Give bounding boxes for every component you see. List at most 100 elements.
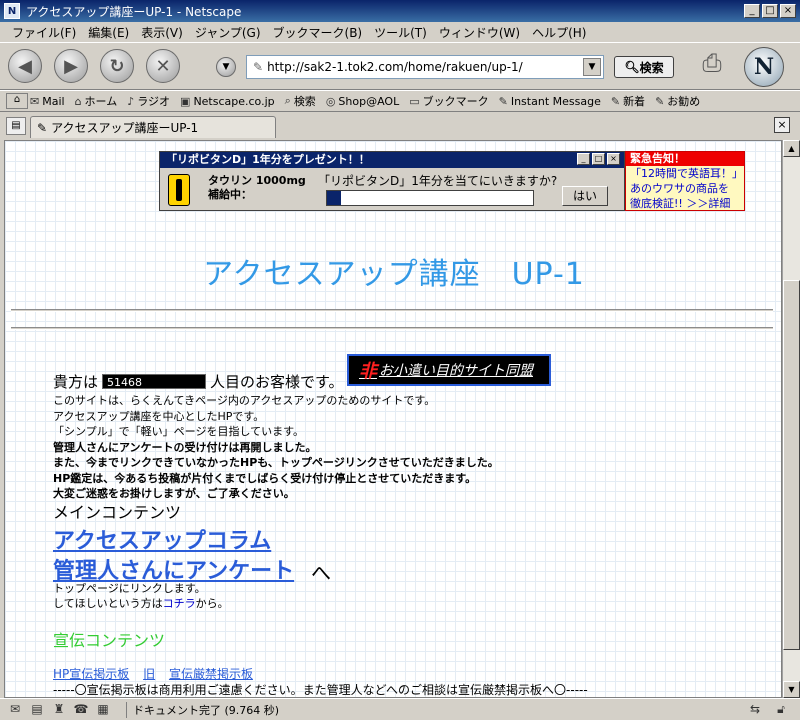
- url-text: http://sak2-1.tok2.com/home/rakuen/up-1/: [267, 60, 523, 74]
- no-ad-bbs-link[interactable]: 宣伝厳禁掲示板: [169, 667, 253, 681]
- bookmark-im[interactable]: ✎ Instant Message: [499, 95, 601, 108]
- stop-icon: ✕: [155, 55, 171, 77]
- bookmark-search[interactable]: ⌕ 検索: [285, 93, 316, 109]
- new-tab-icon[interactable]: ▤: [6, 117, 26, 135]
- tab-current[interactable]: ✎ アクセスアップ講座ーUP-1: [30, 116, 276, 138]
- forward-button[interactable]: ▶: [54, 49, 88, 83]
- maximize-button[interactable]: □: [762, 4, 778, 18]
- bookmark-recommend[interactable]: ✎ お勧め: [655, 93, 700, 109]
- ad-title: 「リポビタンD」1年分をプレゼント！！: [160, 152, 624, 168]
- radio-icon: ♪: [127, 94, 135, 108]
- bbs-links: HP宣伝掲示板 旧 宣伝厳禁掲示板: [53, 665, 263, 682]
- title-bar: N アクセスアップ講座ーUP-1 - Netscape _ □ ×: [0, 0, 800, 22]
- reload-icon: ↻: [109, 55, 125, 77]
- close-window-button[interactable]: ×: [780, 4, 796, 18]
- status-text: ドキュメント完了 (9.764 秒): [126, 701, 279, 718]
- composer-icon[interactable]: ▤: [28, 702, 46, 718]
- forward-arrow-icon: ▶: [64, 55, 78, 77]
- ad-product-text: タウリン 1000mg 補給中：: [208, 174, 306, 201]
- link-request-link[interactable]: コチラ: [163, 597, 196, 610]
- scrollbar-thumb[interactable]: [783, 280, 800, 650]
- menu-bookmarks[interactable]: ブックマーク(B): [267, 24, 369, 41]
- bookmark-radio[interactable]: ♪ ラジオ: [127, 93, 170, 109]
- bookmark-mail[interactable]: ✉ Mail: [30, 95, 65, 108]
- link-icon: ✎: [498, 94, 508, 108]
- hp-ad-bbs-link[interactable]: HP宣伝掲示板: [53, 667, 129, 681]
- promo-banner-link[interactable]: 非 お小遣い目的サイト同盟: [347, 354, 551, 386]
- promo-mark: 非: [359, 361, 377, 382]
- ad-minimize-icon: _: [577, 153, 590, 165]
- magnifier-icon: 🔍︎: [624, 60, 640, 74]
- menu-view[interactable]: 表示(V): [135, 24, 189, 41]
- banner-ad[interactable]: 「リポビタンD」1年分をプレゼント！！ _ □ × タウリン 1000mg 補給…: [159, 151, 625, 211]
- page-content: 「リポビタンD」1年分をプレゼント！！ _ □ × タウリン 1000mg 補給…: [4, 140, 782, 698]
- netscape-app-icon: N: [4, 3, 20, 19]
- scroll-up-icon[interactable]: ▲: [783, 140, 800, 157]
- link-icon: ✎: [610, 94, 621, 108]
- bookmark-netscape[interactable]: ▣ Netscape.co.jp: [180, 95, 275, 108]
- url-dropdown-icon[interactable]: ▼: [583, 58, 601, 76]
- bottle-icon: [168, 174, 190, 206]
- visitor-counter-line: 貴方は 51468 人目のお客様です。: [53, 373, 344, 391]
- menu-help[interactable]: ヘルプ(H): [526, 24, 592, 41]
- search-button-label: 検索: [639, 60, 664, 75]
- menu-file[interactable]: ファイル(F): [6, 24, 82, 41]
- menu-go[interactable]: ジャンプ(G): [189, 24, 267, 41]
- im-icon[interactable]: ♜: [50, 702, 68, 718]
- minimize-button[interactable]: _: [744, 4, 760, 18]
- tab-bar: ▤ ✎ アクセスアップ講座ーUP-1 ×: [0, 114, 800, 138]
- vertical-scrollbar[interactable]: ▲ ▼: [782, 140, 800, 698]
- scroll-down-icon[interactable]: ▼: [783, 681, 800, 698]
- ad-close-icon: ×: [607, 153, 620, 165]
- ad-progress-bar: [326, 190, 534, 206]
- toolbar-home-icon[interactable]: ⌂: [6, 93, 28, 109]
- page-icon: ✎: [37, 120, 48, 135]
- security-lock-icon: 🔓︎: [777, 702, 785, 716]
- bookmark-shop[interactable]: ◎ Shop@AOL: [326, 95, 399, 108]
- alert-heading: 緊急告知！: [626, 152, 744, 166]
- divider: [11, 309, 773, 312]
- history-dropdown-button[interactable]: ▼: [216, 57, 236, 77]
- ad-question: 「リポビタンD」1年分を当てにいきますか?: [318, 174, 558, 188]
- search-button[interactable]: 🔍︎ 検索: [614, 56, 674, 78]
- back-button[interactable]: ◀: [8, 49, 42, 83]
- reload-button[interactable]: ↻: [100, 49, 134, 83]
- mail-icon[interactable]: ✉: [6, 702, 24, 718]
- home-icon: ⌂: [74, 94, 82, 108]
- main-content-heading: メインコンテンツ: [53, 503, 182, 522]
- stop-button[interactable]: ✕: [146, 49, 180, 83]
- divider: [11, 327, 773, 330]
- personal-toolbar: ⌂ ✉ Mail ⌂ ホーム ♪ ラジオ ▣ Netscape.co.jp ⌕ 検索 ◎ S…: [0, 90, 800, 112]
- alert-link-2[interactable]: あのウワサの商品を: [626, 181, 744, 196]
- navigation-toolbar: ◀ ▶ ↻ ✕ ▼ ✎ http://sak2-1.tok2.com/home/…: [0, 42, 800, 90]
- page-title: アクセスアップ講座 UP-1: [203, 257, 585, 292]
- old-bbs-link[interactable]: 旧: [143, 667, 155, 681]
- access-up-column-link[interactable]: アクセスアップコラム: [53, 523, 271, 555]
- alert-ad[interactable]: 緊急告知！ 「12時間で英語耳！」 あのウワサの商品を 徹底検証!! ＞＞詳細: [625, 151, 745, 211]
- alert-link-1[interactable]: 「12時間で英語耳！」: [626, 166, 744, 181]
- alert-link-3[interactable]: 徹底検証!! ＞＞詳細: [626, 196, 744, 211]
- ad-maximize-icon: □: [592, 153, 605, 165]
- address-book-icon[interactable]: ☎: [72, 702, 90, 718]
- menu-tools[interactable]: ツール(T): [368, 24, 433, 41]
- bookmark-home[interactable]: ⌂ ホーム: [75, 93, 118, 109]
- link-icon: ✎: [655, 94, 665, 108]
- url-field[interactable]: ✎ http://sak2-1.tok2.com/home/rakuen/up-…: [246, 55, 604, 79]
- tab-label: アクセスアップ講座ーUP-1: [51, 121, 199, 135]
- print-icon[interactable]: ⎙: [696, 49, 728, 81]
- ad-progress-fill: [327, 191, 342, 205]
- visitor-counter: 51468: [102, 374, 207, 389]
- promo-text: お小遣い目的サイト同盟: [379, 363, 533, 379]
- netscape-bookmark-icon: ▣: [180, 94, 191, 108]
- netscape-logo[interactable]: N: [744, 47, 784, 87]
- site-description: このサイトは、らくえんてきページ内のアクセスアップのためのサイトです。 アクセス…: [53, 394, 499, 500]
- ad-yes-button[interactable]: はい: [562, 186, 608, 206]
- close-tab-button[interactable]: ×: [774, 117, 790, 133]
- bookmark-folder[interactable]: ▭ ブックマーク: [409, 93, 488, 109]
- menu-window[interactable]: ウィンドウ(W): [433, 24, 526, 41]
- bookmark-new[interactable]: ✎ 新着: [611, 93, 645, 109]
- search-icon: ⌕: [284, 94, 291, 107]
- menu-edit[interactable]: 編集(E): [82, 24, 135, 41]
- document-icon[interactable]: ▦: [94, 702, 112, 718]
- bbs-note: -----〇宣伝掲示板は商用利用ご遠慮ください。また管理人などへのご相談は宣伝厳…: [53, 683, 588, 697]
